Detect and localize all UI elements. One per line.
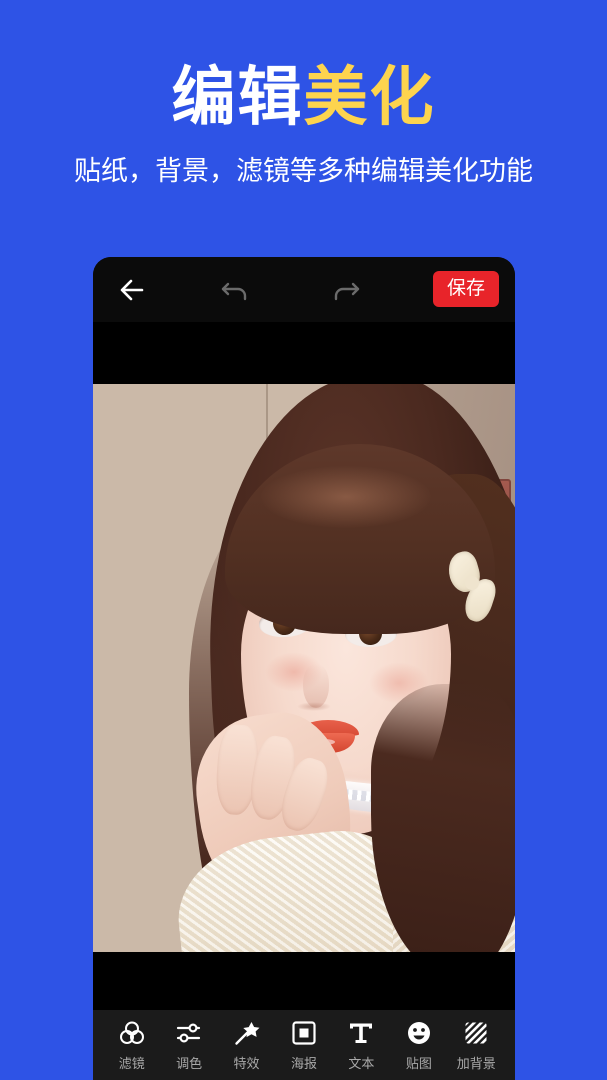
tool-adjust-label: 调色 <box>176 1056 203 1071</box>
tool-sticker[interactable]: 贴图 <box>390 1018 447 1072</box>
promo-title-yellow: 美化 <box>303 61 436 133</box>
tool-adjust[interactable]: 调色 <box>160 1018 217 1072</box>
photo-nose-shadow <box>297 702 331 711</box>
diagonal-stripes-background-icon <box>461 1018 491 1048</box>
save-button[interactable]: 保存 <box>432 271 499 307</box>
tool-effects-label: 特效 <box>233 1056 260 1071</box>
magic-wand-star-icon <box>232 1018 262 1048</box>
sliders-adjust-icon <box>174 1018 204 1048</box>
canvas-bottom-letterbox <box>93 952 515 1010</box>
undo-arrow-icon[interactable] <box>219 275 251 307</box>
promo-header: 编辑美化 贴纸，背景，滤镜等多种编辑美化功能 <box>0 0 607 250</box>
promo-title: 编辑美化 <box>0 62 607 132</box>
redo-arrow-icon[interactable] <box>330 275 362 307</box>
tool-poster-label: 海报 <box>290 1056 317 1071</box>
three-circles-filter-icon <box>117 1018 147 1048</box>
photo-canvas[interactable] <box>93 384 515 952</box>
photo-hair-front-overlay <box>371 684 515 952</box>
promo-title-white: 编辑 <box>171 61 304 133</box>
photo-lace-bow <box>444 548 505 626</box>
canvas-top-letterbox <box>93 322 515 384</box>
phone-screenshot: 保存 滤镜 调色 特效 海报 文本 贴图 加背景 <box>93 257 515 1080</box>
tool-add-background[interactable]: 加背景 <box>448 1018 505 1072</box>
promo-subtitle: 贴纸，背景，滤镜等多种编辑美化功能 <box>74 156 533 187</box>
nested-square-poster-icon <box>289 1018 319 1048</box>
editor-app-bar: 保存 <box>93 257 515 322</box>
smiley-sticker-icon <box>404 1018 434 1048</box>
tool-text-label: 文本 <box>348 1056 375 1071</box>
photo-hair-sheen <box>261 466 431 528</box>
tool-effects[interactable]: 特效 <box>218 1018 275 1072</box>
tool-filter-label: 滤镜 <box>118 1056 145 1071</box>
editor-toolbar: 滤镜 调色 特效 海报 文本 贴图 加背景 <box>93 1010 515 1080</box>
arrow-left-icon[interactable] <box>115 273 149 307</box>
tool-sticker-label: 贴图 <box>405 1056 432 1071</box>
tool-filter[interactable]: 滤镜 <box>103 1018 160 1072</box>
tool-text[interactable]: 文本 <box>333 1018 390 1072</box>
tool-add-background-label: 加背景 <box>456 1056 496 1071</box>
text-t-icon <box>346 1018 376 1048</box>
tool-poster[interactable]: 海报 <box>275 1018 332 1072</box>
